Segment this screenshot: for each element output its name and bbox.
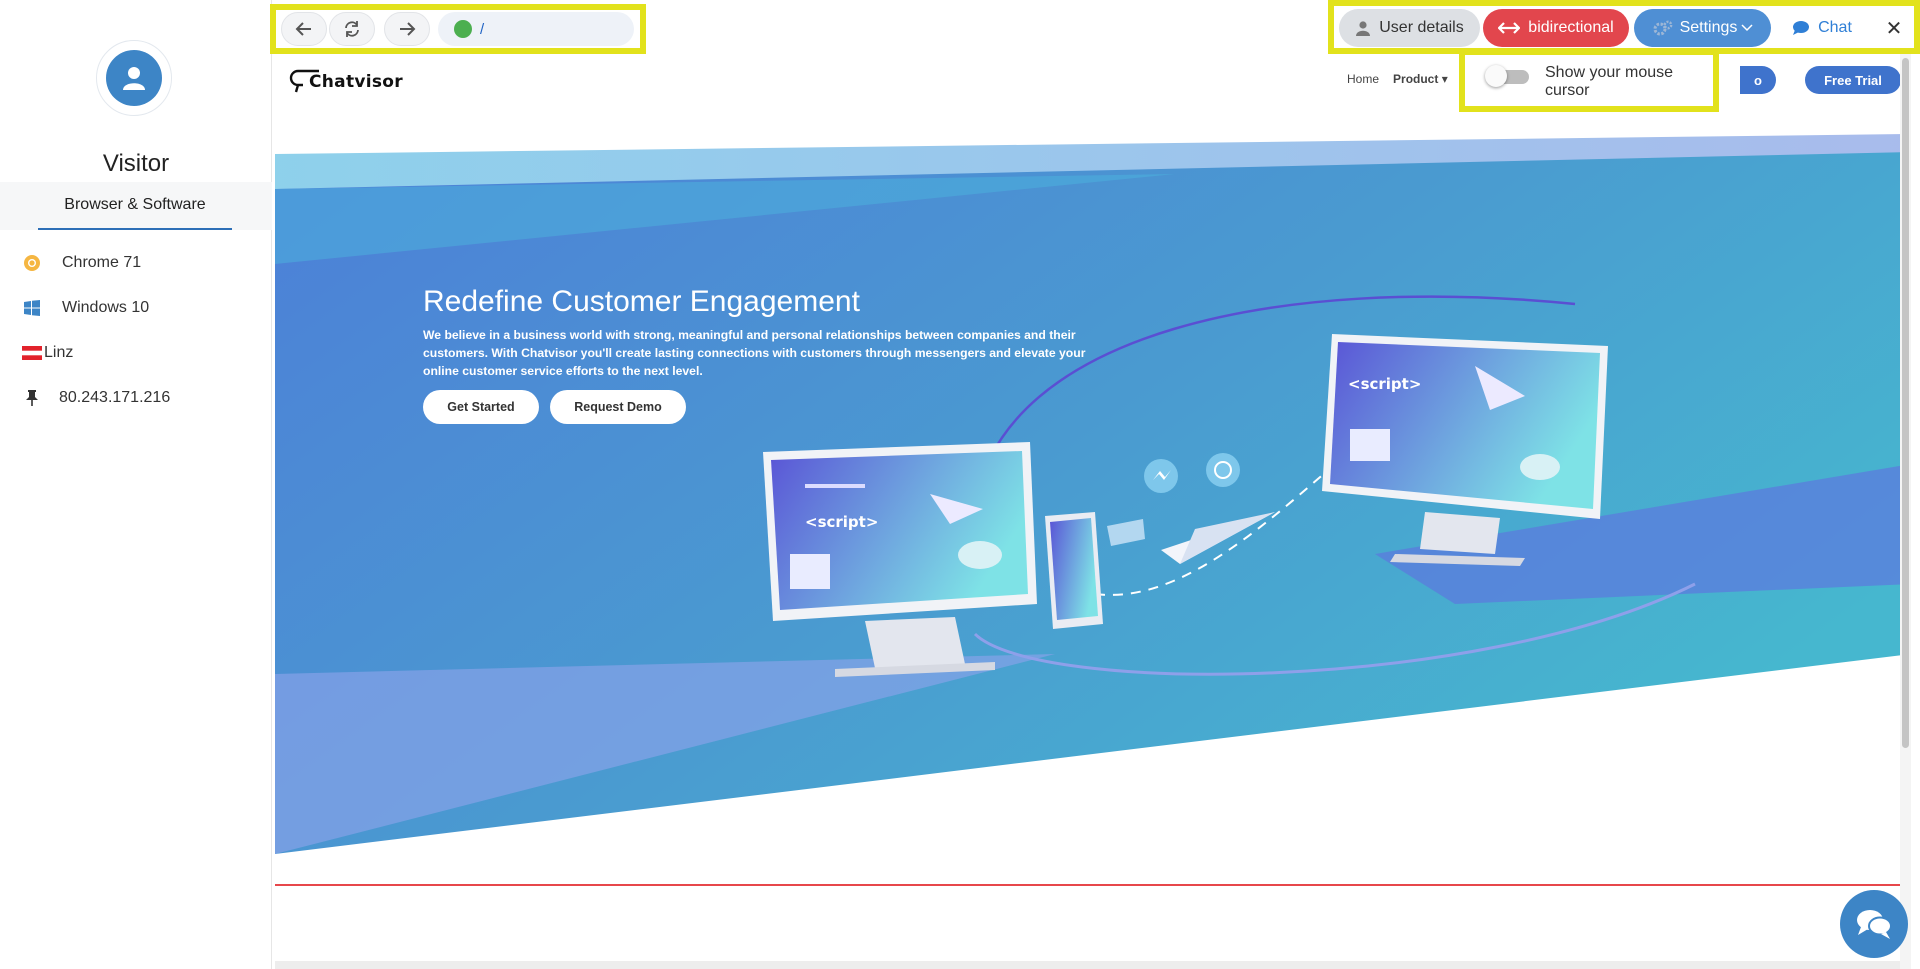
os-name: Windows 10 [62, 299, 150, 316]
os-row: Windows 10 [22, 295, 149, 321]
chrome-icon [22, 253, 42, 273]
highlight-frame-nav [270, 4, 646, 54]
horizontal-scrollbar[interactable] [275, 961, 1900, 969]
visitor-sidebar: Visitor Browser & Software Chrome 71 Win… [0, 0, 272, 969]
site-nav: Home Product ▾ [1347, 72, 1448, 86]
site-nav-product-label: Product [1393, 72, 1439, 86]
caret-down-icon: ▾ [1441, 72, 1448, 86]
hero-description: We believe in a business world with stro… [423, 328, 1086, 378]
ip-address: 80.243.171.216 [59, 389, 171, 406]
avatar [96, 40, 172, 116]
site-nav-product[interactable]: Product ▾ [1393, 72, 1448, 86]
site-logo-text: Chatvisor [309, 72, 403, 92]
request-demo-button[interactable]: Request Demo [550, 390, 686, 424]
austria-flag-icon [22, 343, 42, 363]
floating-chat-button[interactable] [1840, 890, 1908, 958]
visitor-page-viewport: Chatvisor Home Product ▾ o Free Trial <s… [275, 54, 1911, 969]
vertical-scrollbar[interactable] [1900, 54, 1911, 969]
chat-bubbles-icon [1857, 910, 1892, 939]
site-free-trial-button[interactable]: Free Trial [1805, 66, 1901, 94]
location-row: Linz [22, 340, 73, 366]
site-logo: Chatvisor [289, 68, 415, 94]
browser-name: Chrome 71 [62, 254, 142, 271]
get-started-button[interactable]: Get Started [423, 390, 539, 424]
pin-icon [22, 388, 42, 408]
monitor-right-code-text: <script> [1348, 375, 1421, 393]
scrollbar-thumb[interactable] [1902, 58, 1909, 748]
sidebar-tabs: Browser & Software [0, 182, 272, 230]
tab-browser-software[interactable]: Browser & Software [38, 182, 232, 230]
hero-illustration: <script> <script> [275, 134, 1911, 854]
windows-icon [22, 298, 42, 318]
site-nav-home[interactable]: Home [1347, 72, 1379, 86]
cobrowse-toolbar: / User details bidirectional Settings Ch… [270, 0, 1920, 54]
hero-title: Redefine Customer Engagement [423, 285, 860, 318]
visitor-name: Visitor [102, 150, 170, 177]
monitor-left-code-text: <script> [805, 513, 878, 531]
highlight-frame-cursor [1459, 54, 1719, 112]
site-demo-button[interactable]: o [1740, 66, 1776, 94]
highlight-frame-actions [1328, 0, 1920, 54]
ip-row: 80.243.171.216 [22, 385, 170, 411]
user-icon [106, 50, 162, 106]
browser-row: Chrome 71 [22, 250, 141, 276]
city-name: Linz [44, 344, 74, 361]
page-fold-indicator [275, 884, 1911, 886]
